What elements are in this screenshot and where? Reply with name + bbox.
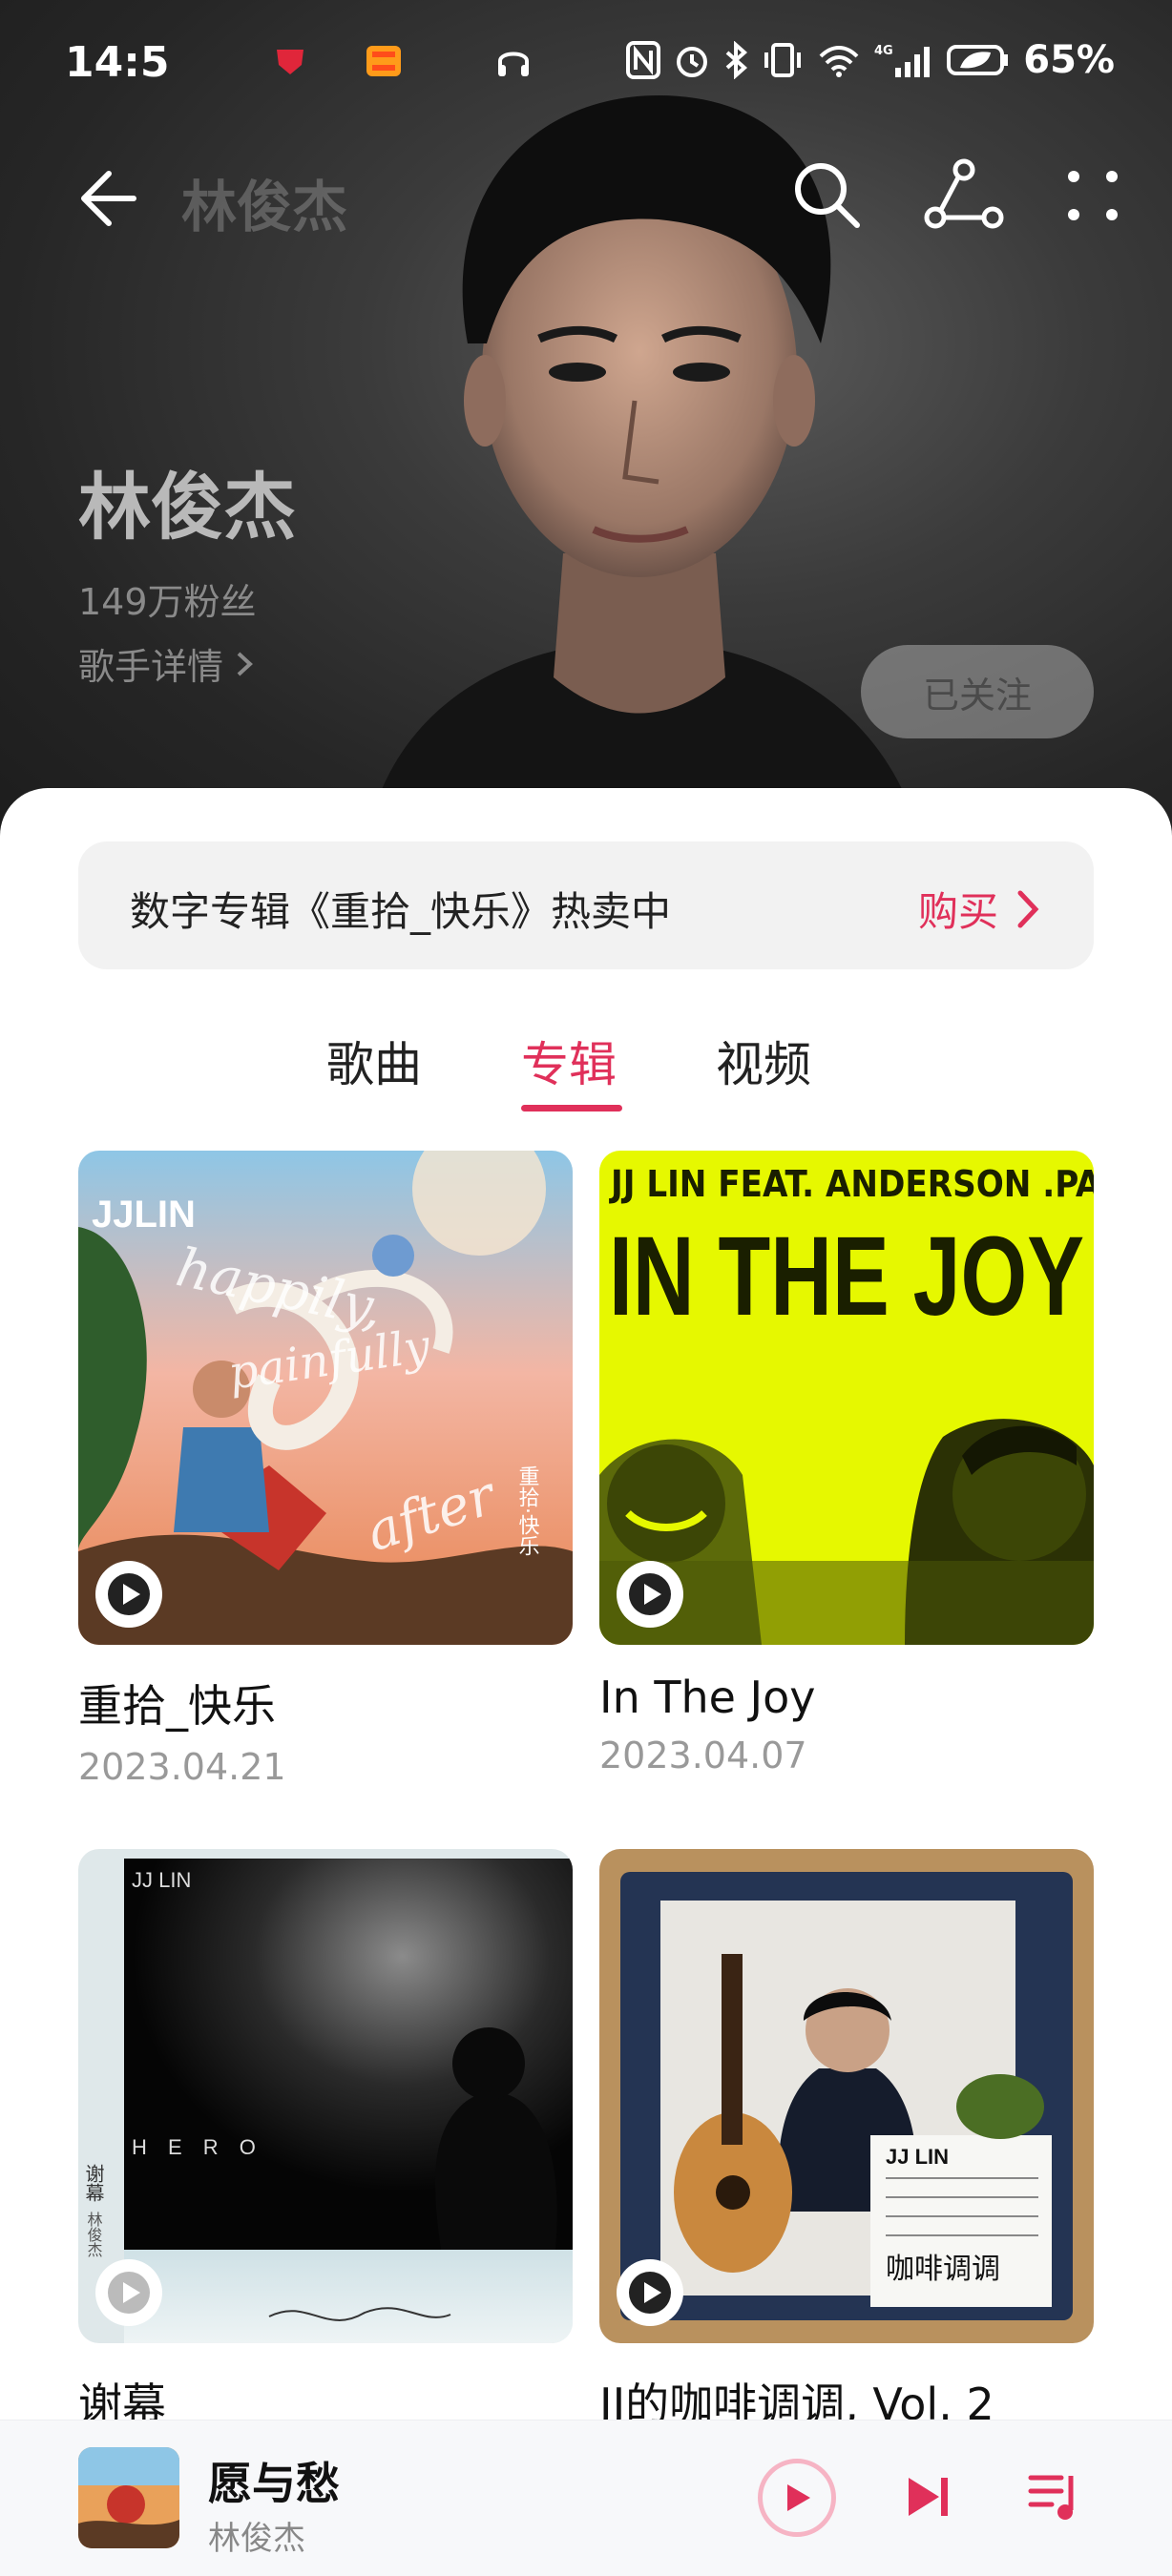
play-icon [629,2272,671,2314]
album-cover[interactable]: JJ LIN FEAT. ANDERSON .PAAK IN THE JOY [599,1151,1094,1645]
tab-albums[interactable]: 专辑 [521,1027,617,1095]
battery-percent: 65% [1023,38,1115,82]
play-badge[interactable] [95,2259,162,2326]
play-icon [787,2484,810,2511]
play-icon [629,1573,671,1615]
album-cover[interactable]: JJ LIN 咖啡调调 [599,1849,1094,2343]
artist-header: 14:5 4G 65% 林俊杰 林俊杰 149万粉丝 歌手详情 已关注 [0,0,1172,859]
play-badge[interactable] [617,1561,683,1628]
notification-app-icon [366,46,401,76]
coffee-artist-label: JJ LIN [886,2145,949,2169]
album-date: 2023.04.07 [599,1735,807,1776]
promo-text: 数字专辑《重拾_快乐》热卖中 [130,888,672,935]
play-badge[interactable] [617,2259,683,2326]
share-icon[interactable] [924,155,1004,235]
chevron-right-icon [1017,890,1039,927]
active-tab-indicator [521,1105,622,1111]
album-cover[interactable]: JJ LIN H E R O 谢幕 林俊杰 [78,1849,573,2343]
happy-logo: JJLIN [92,1194,196,1236]
album-card[interactable]: JJ LIN 咖啡调调 JJ的咖啡调调, Vol. 2 [599,1849,1094,2433]
svg-text:咖啡调调: 咖啡调调 [886,2253,1000,2286]
system-status-icons: 4G 65% [626,38,1115,82]
follow-button[interactable]: 已关注 [861,645,1094,738]
now-playing-title: 愿与愁 [208,2458,340,2509]
album-card[interactable]: JJ LIN H E R O 谢幕 林俊杰 谢幕 [78,1849,573,2433]
hero-side-text: 谢幕 [82,2164,105,2202]
content-sheet: 数字专辑《重拾_快乐》热卖中 购买 歌曲 专辑 视频 JJLIN happily… [0,788,1172,2576]
promo-banner[interactable]: 数字专辑《重拾_快乐》热卖中 购买 [78,841,1094,969]
joy-top-text: JJ LIN FEAT. ANDERSON .PAAK [609,1163,1094,1205]
alarm-icon [677,47,708,77]
battery-icon [947,45,1009,75]
play-icon [108,1573,150,1615]
now-playing-artist: 林俊杰 [208,2520,305,2558]
page-title: 林俊杰 [181,175,348,239]
wifi-icon [819,46,859,77]
more-options-icon[interactable] [1059,162,1126,229]
svg-text:林俊杰: 林俊杰 [85,2212,103,2257]
status-time: 14:5 [65,38,170,87]
play-badge[interactable] [95,1561,162,1628]
album-card[interactable]: JJ LIN FEAT. ANDERSON .PAAK IN THE JOY I… [599,1151,1094,1776]
nfc-icon [626,41,661,79]
fan-count: 149万粉丝 [78,581,257,623]
content-tabs: 歌曲 专辑 视频 [0,1027,1172,1122]
buy-label: 购买 [917,888,998,935]
chevron-right-icon [237,652,253,675]
notification-app-icon [277,50,303,74]
album-cover[interactable]: JJLIN happily, painfully after 重拾·快乐 [78,1151,573,1645]
artist-detail-label: 歌手详情 [78,646,224,688]
next-track-icon[interactable] [901,2470,954,2524]
playlist-icon[interactable] [1027,2468,1084,2525]
signal-4g-icon: 4G [874,44,931,77]
headphones-icon [498,52,529,76]
album-card[interactable]: JJLIN happily, painfully after 重拾·快乐 重拾_… [78,1151,573,1788]
artist-detail-link[interactable]: 歌手详情 [78,637,256,690]
album-date: 2023.04.21 [78,1746,286,1788]
tab-videos[interactable]: 视频 [716,1027,811,1095]
hero-artist-label: JJ LIN [132,1868,191,1892]
hero-title-letters: H E R O [132,2135,263,2159]
vibrate-icon [764,43,802,77]
play-button[interactable] [758,2459,836,2537]
status-bar: 14:5 4G 65% [0,0,1172,124]
now-playing-cover[interactable] [78,2447,179,2548]
search-icon[interactable] [788,156,865,233]
svg-text:4G: 4G [874,44,893,58]
back-arrow-icon[interactable] [76,160,153,237]
svg-text:重拾·快乐: 重拾·快乐 [515,1465,540,1556]
buy-link[interactable]: 购买 [918,880,1040,938]
tab-songs[interactable]: 歌曲 [326,1027,422,1095]
play-icon [108,2272,150,2314]
joy-big-text: IN THE JOY [609,1214,1084,1340]
artist-name: 林俊杰 [78,465,296,550]
now-playing-art [78,2447,179,2548]
album-title: In The Joy [599,1672,816,1723]
album-title: 重拾_快乐 [78,1680,276,1732]
bluetooth-icon [725,41,748,79]
top-navigation: 林俊杰 [0,143,1172,248]
mini-player[interactable]: 愿与愁 林俊杰 [0,2420,1172,2576]
